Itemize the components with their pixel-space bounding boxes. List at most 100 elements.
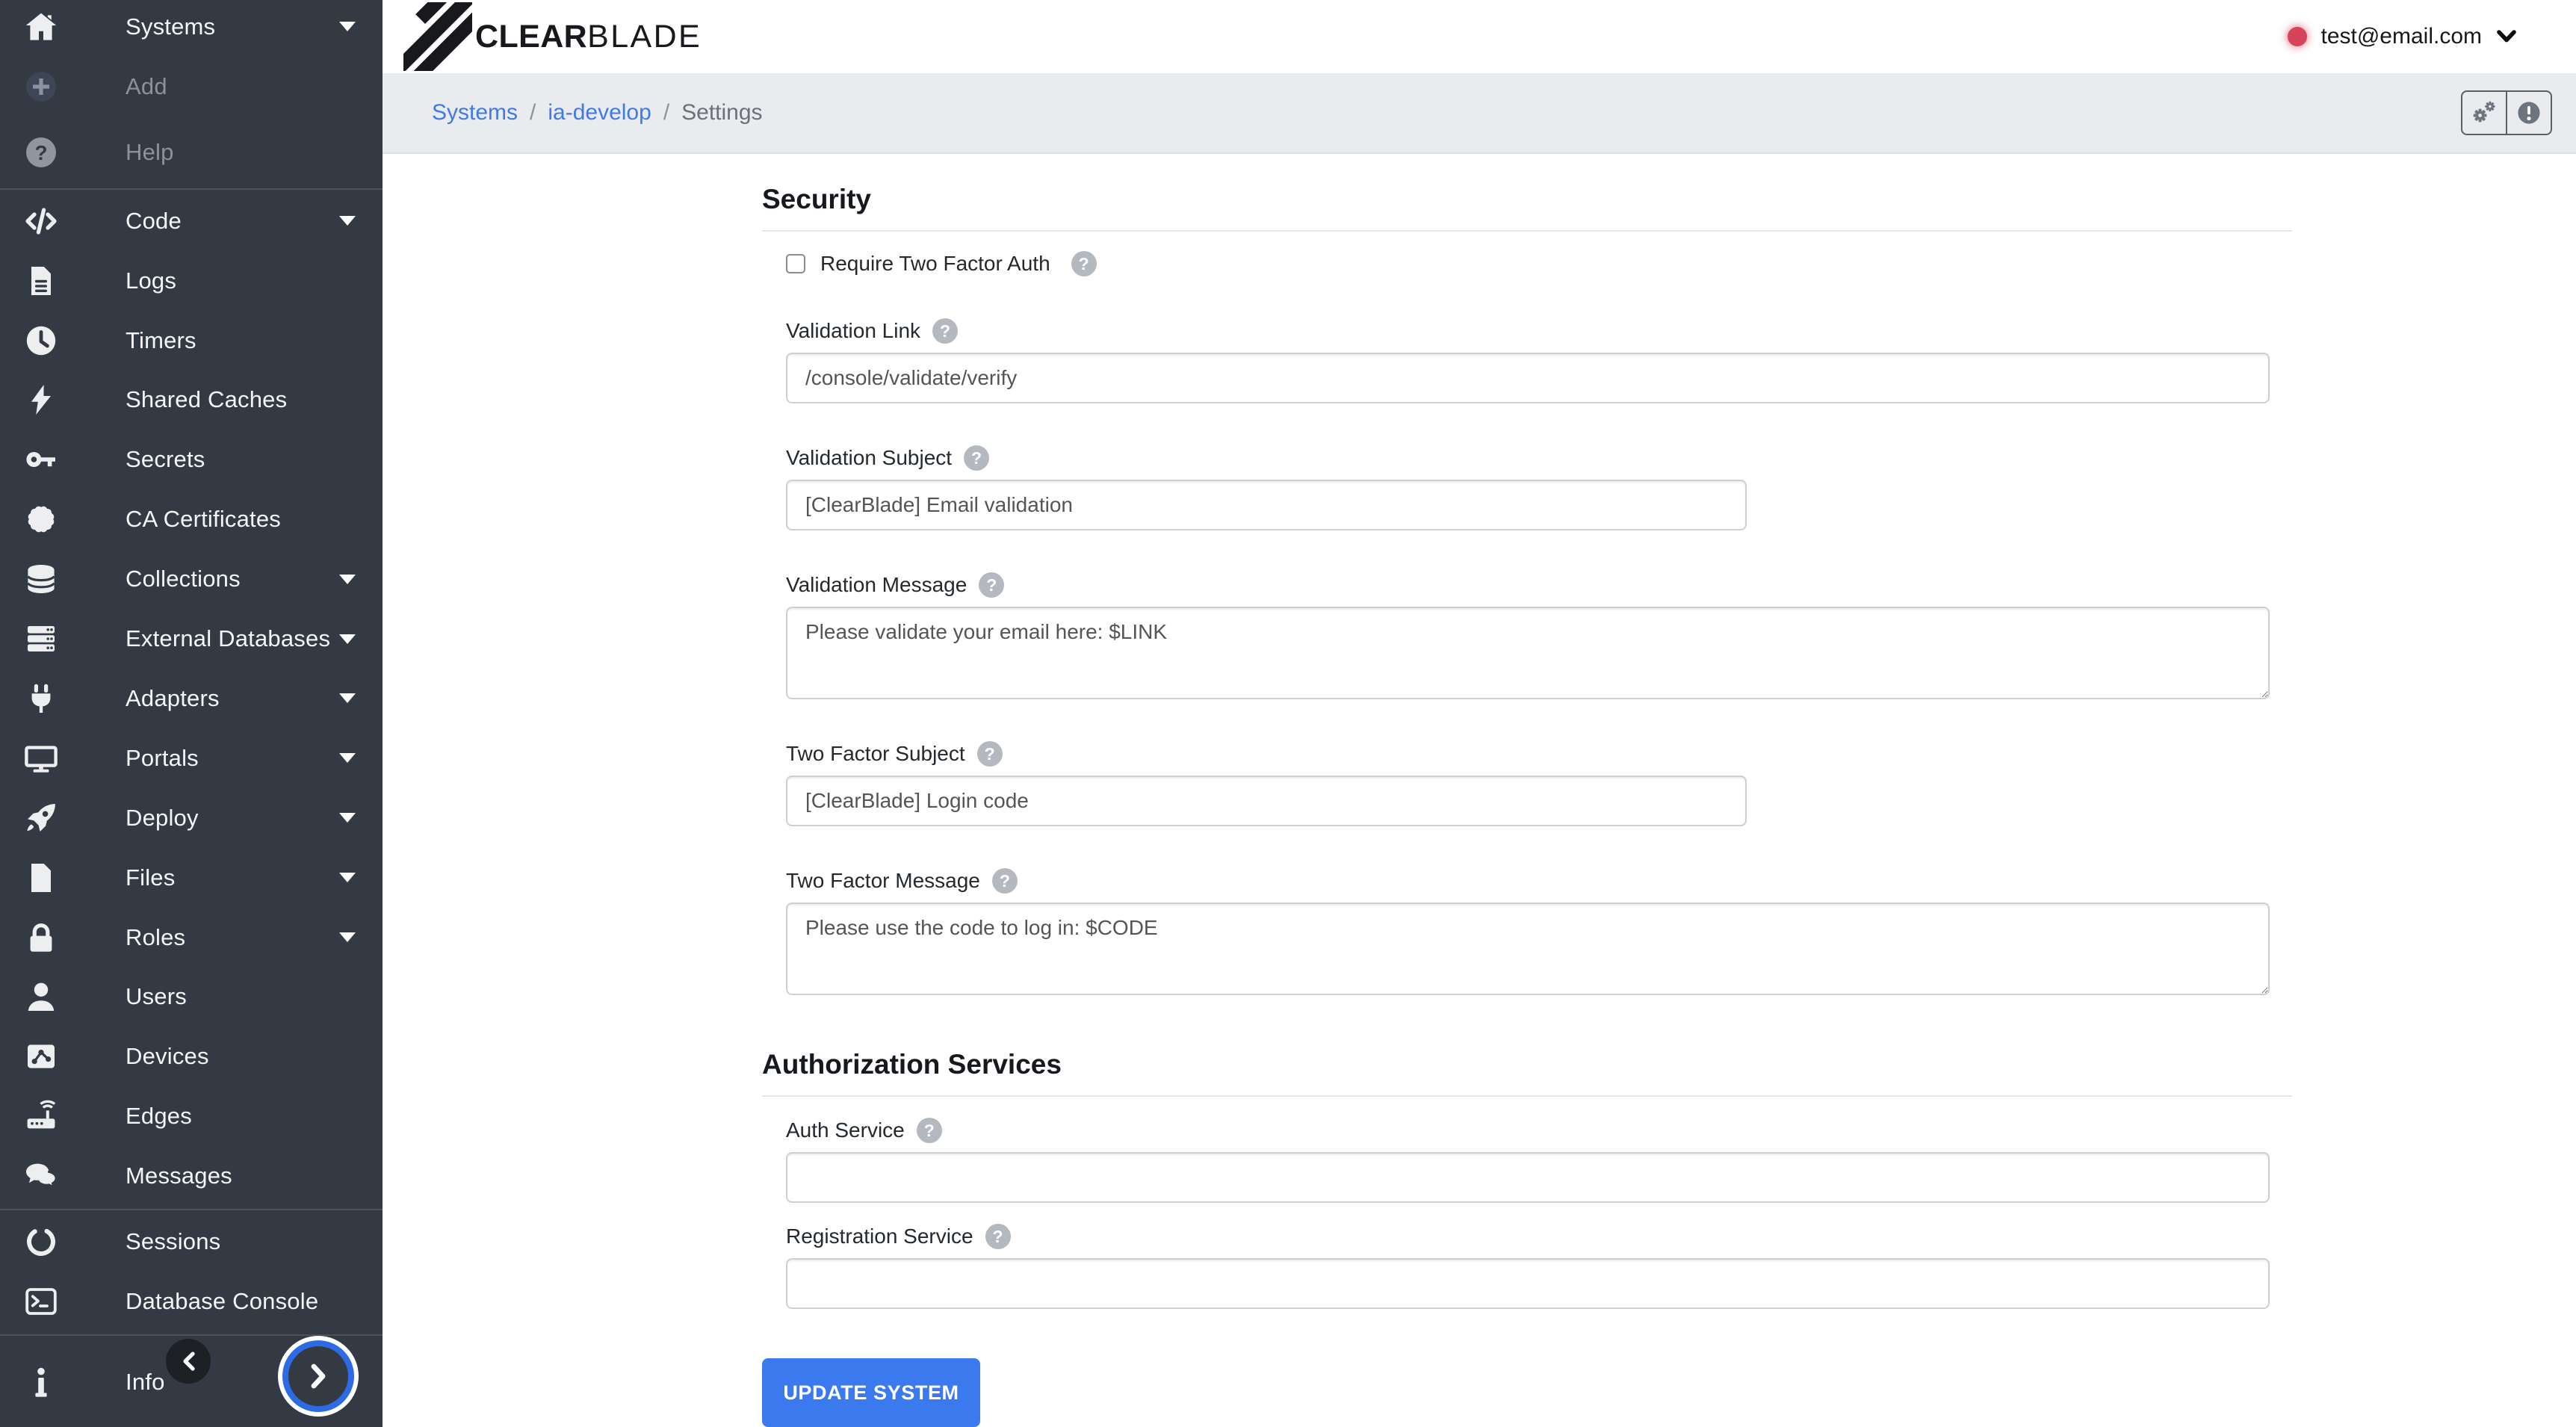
sidebar-item-edges[interactable]: Edges xyxy=(0,1086,383,1146)
sidebar-item-code[interactable]: Code xyxy=(0,191,383,251)
system-info-button[interactable] xyxy=(2506,90,2552,135)
field-label: Two Factor Message? xyxy=(786,868,2292,894)
server-icon xyxy=(21,621,61,657)
key-icon xyxy=(21,442,61,477)
sidebar-item-shared-caches[interactable]: Shared Caches xyxy=(0,370,383,430)
two-factor-message-textarea[interactable] xyxy=(786,903,2270,995)
sidebar-item-label: Devices xyxy=(126,1043,209,1070)
sidebar-item-label: Systems xyxy=(126,13,215,40)
validation-subject-input[interactable] xyxy=(786,480,1747,530)
sidebar-item-ca-certificates[interactable]: CA Certificates xyxy=(0,489,383,549)
field-label: Validation Message? xyxy=(786,572,2292,598)
system-settings-button[interactable] xyxy=(2461,90,2507,135)
sidebar-item-label: Roles xyxy=(126,924,185,951)
registration-service-group: Registration Service? xyxy=(786,1224,2292,1309)
sidebar-item-label: Add xyxy=(126,73,167,100)
sidebar-collapse-button[interactable] xyxy=(166,1339,211,1384)
plus-circle-icon xyxy=(21,69,61,105)
chevron-down-icon xyxy=(339,634,356,644)
validation-link-group: Validation Link? xyxy=(786,318,2292,403)
breadcrumb-systems[interactable]: Systems xyxy=(432,100,518,126)
chevron-left-icon xyxy=(181,1351,196,1372)
sidebar-item-secrets[interactable]: Secrets xyxy=(0,430,383,489)
sidebar-item-adapters[interactable]: Adapters xyxy=(0,669,383,728)
file-icon xyxy=(21,860,61,896)
validation-message-textarea[interactable] xyxy=(786,607,2270,699)
chevron-down-icon xyxy=(339,216,356,226)
clearblade-logo: CLEARBLADE xyxy=(403,2,702,71)
sidebar-expand-button[interactable] xyxy=(278,1336,359,1417)
validation-subject-group: Validation Subject? xyxy=(786,445,2292,530)
svg-text:?: ? xyxy=(34,141,47,164)
lock-icon xyxy=(21,920,61,956)
sidebar-divider xyxy=(0,188,383,190)
authorization-section-title: Authorization Services xyxy=(762,1049,2292,1097)
sidebar-item-devices[interactable]: Devices xyxy=(0,1027,383,1086)
breadcrumb-separator: / xyxy=(663,100,669,126)
sidebar-item-timers[interactable]: Timers xyxy=(0,311,383,371)
chevron-down-icon xyxy=(339,693,356,703)
auth-service-group: Auth Service? xyxy=(786,1118,2292,1203)
chevron-down-icon xyxy=(339,873,356,882)
sidebar-item-deploy[interactable]: Deploy xyxy=(0,788,383,848)
sidebar-item-label: Code xyxy=(126,208,182,235)
rocket-icon xyxy=(21,800,61,836)
help-icon[interactable]: ? xyxy=(985,1224,1011,1249)
help-icon[interactable]: ? xyxy=(992,868,1018,894)
sidebar-item-collections[interactable]: Collections xyxy=(0,549,383,609)
sidebar-item-logs[interactable]: Logs xyxy=(0,251,383,311)
sidebar-item-label: Edges xyxy=(126,1103,192,1130)
require-two-factor-checkbox[interactable] xyxy=(786,254,805,273)
help-icon[interactable]: ? xyxy=(977,741,1003,767)
chevron-right-icon xyxy=(282,1340,354,1412)
database-icon xyxy=(21,561,61,597)
sidebar-item-messages[interactable]: Messages xyxy=(0,1146,383,1206)
sidebar-item-portals[interactable]: Portals xyxy=(0,728,383,788)
user-menu[interactable]: test@email.com xyxy=(2288,24,2516,49)
sidebar-item-label: CA Certificates xyxy=(126,506,281,533)
sidebar-item-add[interactable]: Add xyxy=(0,54,383,120)
two-factor-subject-input[interactable] xyxy=(786,776,1747,826)
sidebar-item-label: Secrets xyxy=(126,446,205,473)
sidebar-item-sessions[interactable]: Sessions xyxy=(0,1212,383,1272)
settings-page: Security Require Two Factor Auth ? Valid… xyxy=(383,154,2292,1427)
chip-icon xyxy=(21,1038,61,1074)
sidebar-item-users[interactable]: Users xyxy=(0,968,383,1027)
sidebar-item-external-databases[interactable]: External Databases xyxy=(0,609,383,669)
question-circle-icon: ? xyxy=(21,134,61,170)
field-label: Two Factor Subject? xyxy=(786,741,2292,767)
validation-link-input[interactable] xyxy=(786,353,2270,403)
sidebar-item-help[interactable]: ? Help xyxy=(0,120,383,185)
sidebar-item-label: Timers xyxy=(126,327,196,354)
two-factor-subject-group: Two Factor Subject? xyxy=(786,741,2292,826)
logo-wordmark: CLEARBLADE xyxy=(475,19,702,55)
sidebar-item-label: Logs xyxy=(126,267,176,294)
help-icon[interactable]: ? xyxy=(979,572,1004,598)
update-system-button[interactable]: UPDATE SYSTEM xyxy=(762,1358,980,1427)
sidebar-item-label: Info xyxy=(126,1369,165,1396)
sidebar-divider xyxy=(0,1334,383,1336)
help-icon[interactable]: ? xyxy=(1071,251,1097,276)
sidebar-item-label: Users xyxy=(126,983,187,1010)
clock-icon xyxy=(21,323,61,359)
field-label: Validation Link? xyxy=(786,318,2292,344)
clearblade-console: Systems Add ? Help Code xyxy=(0,0,2576,1427)
help-icon[interactable]: ? xyxy=(964,445,989,471)
sidebar-item-systems[interactable]: Systems xyxy=(0,0,383,54)
sidebar-item-database-console[interactable]: Database Console xyxy=(0,1272,383,1331)
breadcrumb-system-name[interactable]: ia-develop xyxy=(548,100,651,126)
help-icon[interactable]: ? xyxy=(917,1118,942,1143)
sidebar-item-files[interactable]: Files xyxy=(0,848,383,908)
sidebar-item-label: Shared Caches xyxy=(126,386,287,413)
auth-service-input[interactable] xyxy=(786,1152,2270,1203)
file-lines-icon xyxy=(21,263,61,299)
breadcrumb-current: Settings xyxy=(681,100,762,126)
comments-icon xyxy=(21,1158,61,1194)
breadcrumb: Systems / ia-develop / Settings xyxy=(383,73,2576,154)
registration-service-input[interactable] xyxy=(786,1258,2270,1309)
help-icon[interactable]: ? xyxy=(932,318,958,344)
chevron-down-icon xyxy=(339,575,356,584)
sidebar-item-roles[interactable]: Roles xyxy=(0,908,383,968)
sidebar-item-label: Sessions xyxy=(126,1228,220,1255)
field-label: Validation Subject? xyxy=(786,445,2292,471)
